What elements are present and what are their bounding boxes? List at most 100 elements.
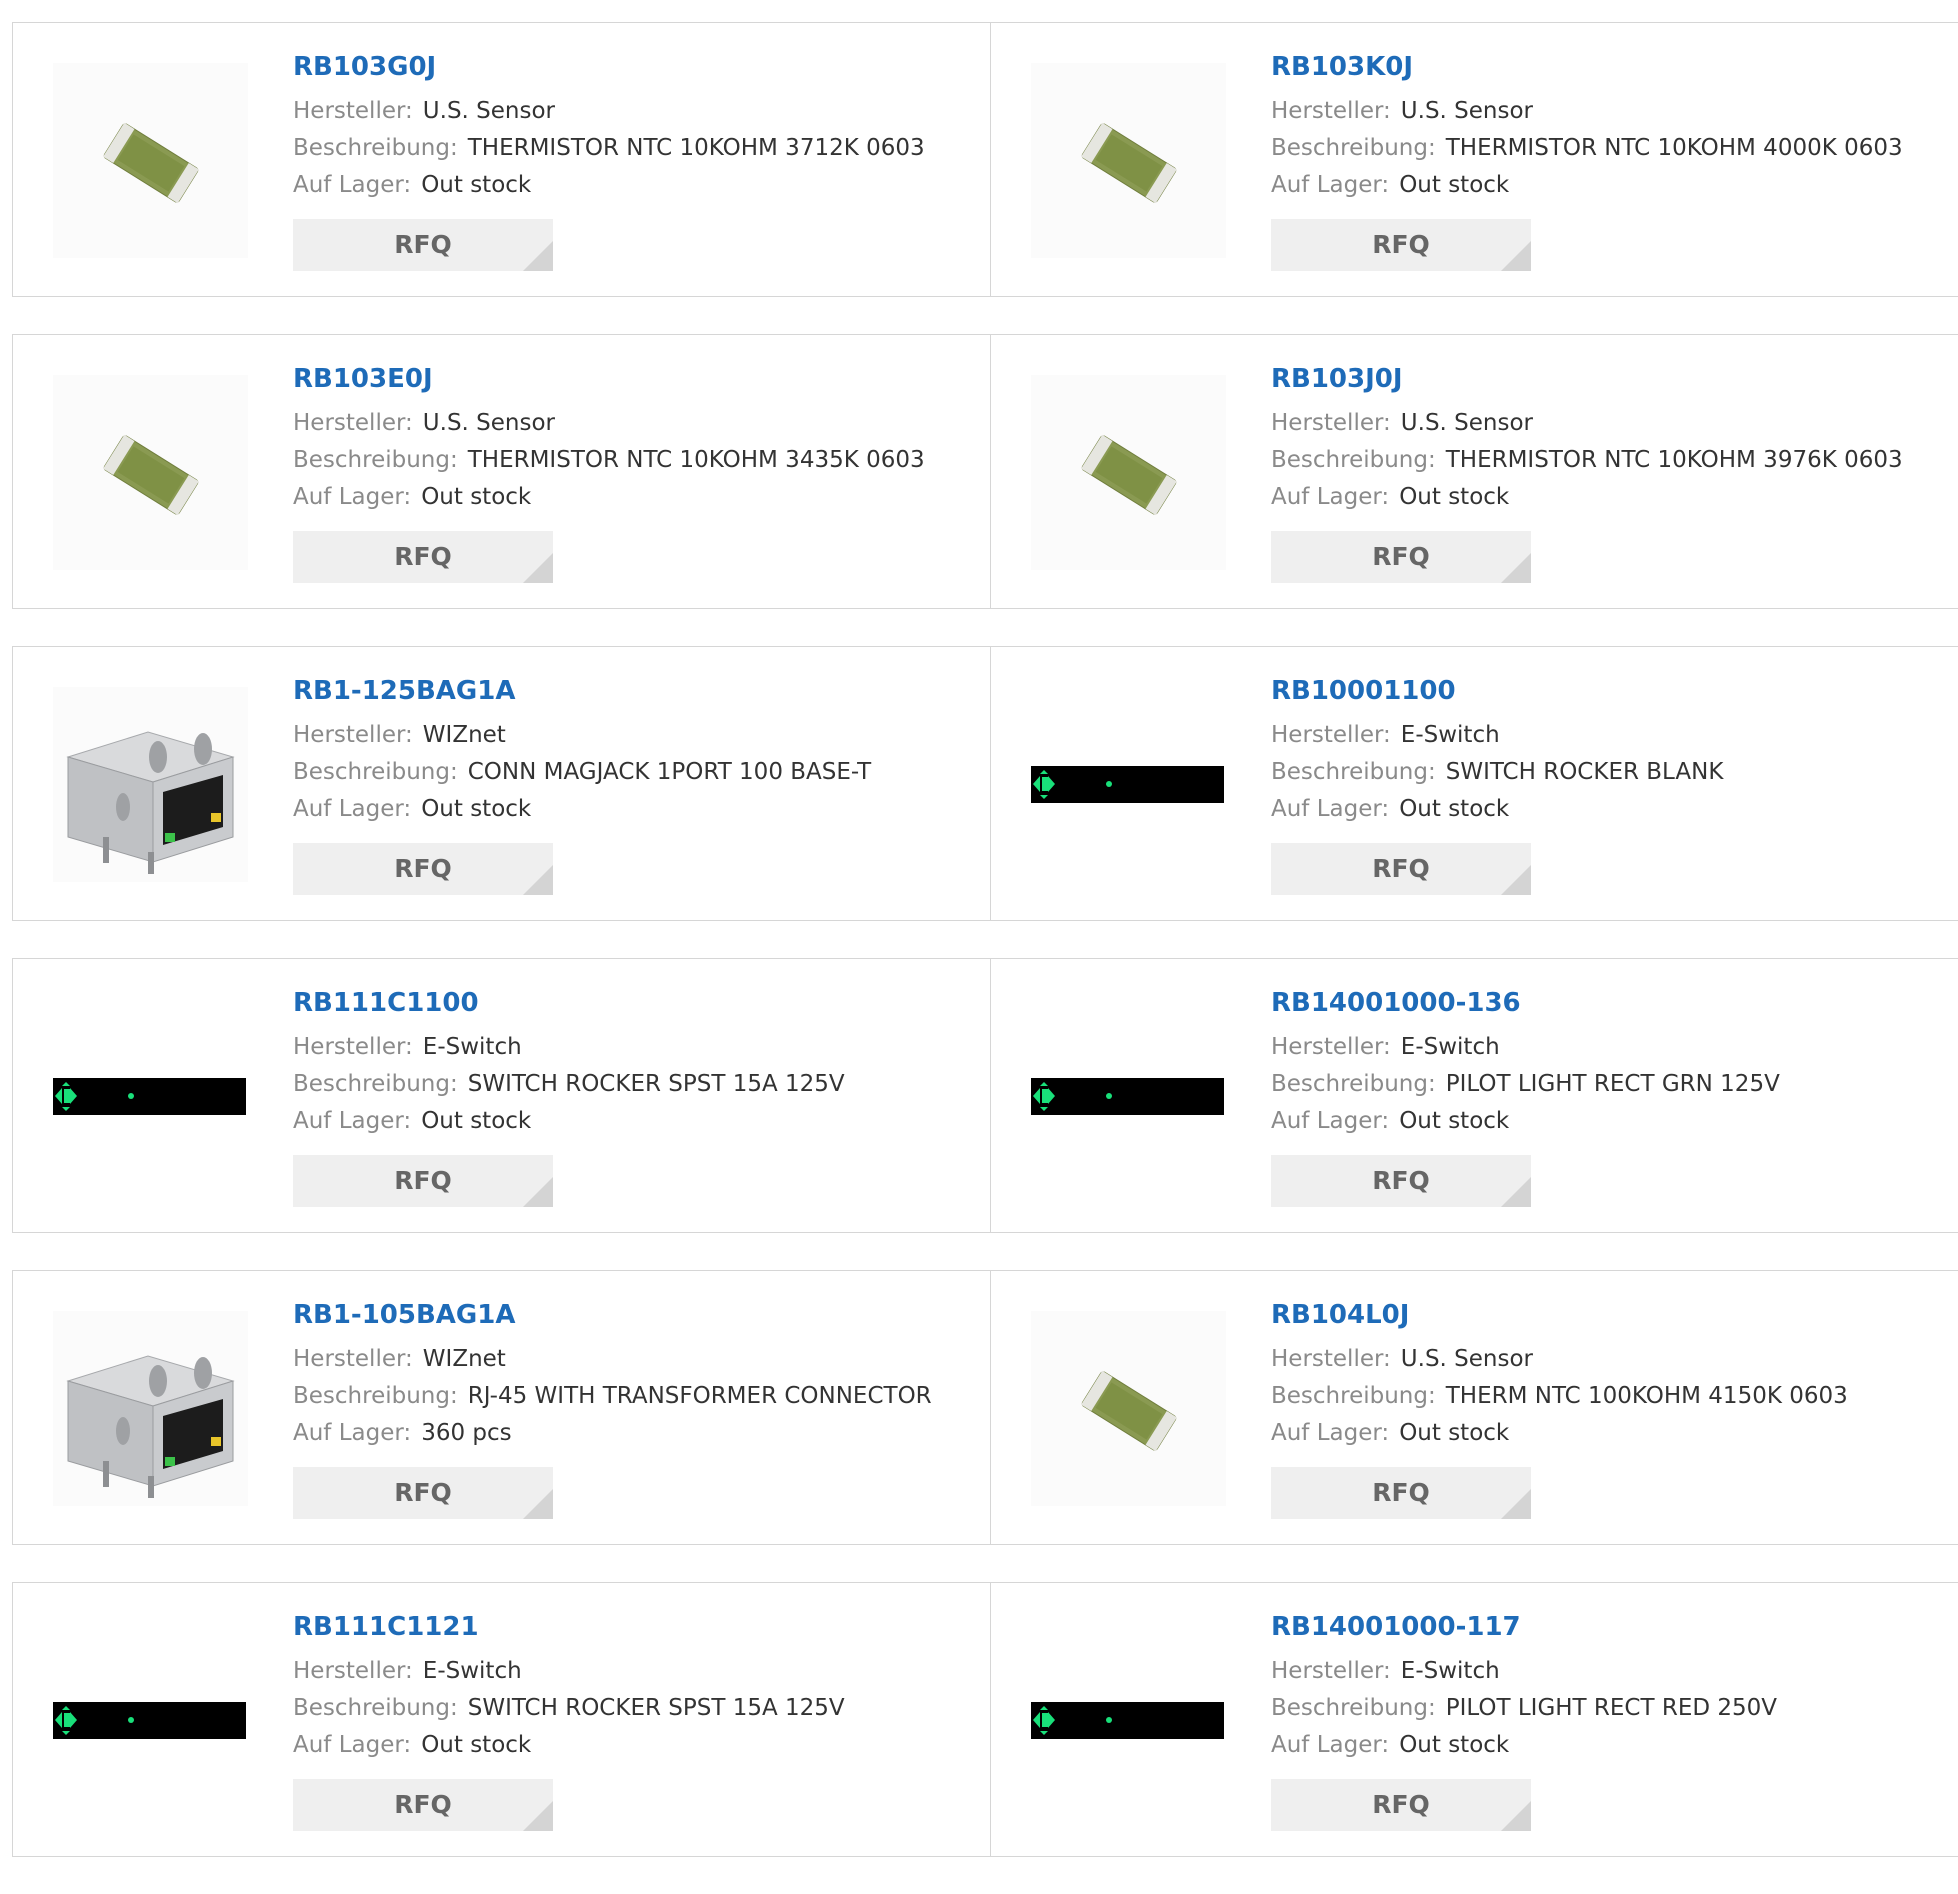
description-label: Beschreibung:	[1271, 759, 1436, 785]
rfq-corner-decoration	[1501, 1177, 1531, 1207]
product-image[interactable]	[53, 375, 248, 570]
rj45-jack-icon	[66, 1355, 235, 1498]
rfq-button[interactable]: RFQ	[1271, 1155, 1531, 1207]
stock-value: Out stock	[421, 484, 532, 510]
stock-label: Auf Lager:	[1271, 484, 1390, 510]
stock-value: Out stock	[421, 1108, 532, 1134]
description-label: Beschreibung:	[293, 447, 458, 473]
description-line: Beschreibung: THERMISTOR NTC 10KOHM 4000K…	[1271, 130, 1903, 167]
stock-line: Auf Lager: Out stock	[293, 1727, 845, 1764]
product-info: RB1-105BAG1A Hersteller: WIZnet Beschreib…	[293, 1299, 932, 1519]
rfq-corner-decoration	[523, 553, 553, 583]
rfq-button[interactable]: RFQ	[293, 1467, 553, 1519]
stock-line: Auf Lager: Out stock	[293, 1103, 845, 1140]
product-info: RB10001100 Hersteller: E-Switch Beschreib…	[1271, 675, 1723, 895]
product-image[interactable]	[1031, 375, 1226, 570]
manufacturer-line: Hersteller: E-Switch	[293, 1029, 845, 1066]
manufacturer-label: Hersteller:	[1271, 1658, 1391, 1684]
product-image[interactable]	[53, 999, 248, 1194]
description-value: PILOT LIGHT RECT RED 250V	[1445, 1695, 1778, 1721]
part-number-link[interactable]: RB1-105BAG1A	[293, 1299, 932, 1331]
manufacturer-value: U.S. Sensor	[1400, 1346, 1534, 1372]
product-card: RB1-125BAG1A Hersteller: WIZnet Beschreib…	[13, 647, 991, 920]
part-number-link[interactable]: RB111C1121	[293, 1611, 845, 1643]
product-image[interactable]	[1031, 1311, 1226, 1506]
manufacturer-line: Hersteller: U.S. Sensor	[1271, 1341, 1848, 1378]
part-number-link[interactable]: RB103G0J	[293, 51, 925, 83]
manufacturer-value: U.S. Sensor	[1400, 98, 1534, 124]
manufacturer-label: Hersteller:	[1271, 1346, 1391, 1372]
description-label: Beschreibung:	[293, 759, 458, 785]
description-label: Beschreibung:	[1271, 135, 1436, 161]
rfq-button[interactable]: RFQ	[1271, 1779, 1531, 1831]
rfq-button-label: RFQ	[394, 230, 452, 259]
product-card: RB10001100 Hersteller: E-Switch Beschreib…	[991, 647, 1958, 920]
part-number-link[interactable]: RB103E0J	[293, 363, 925, 395]
product-info: RB111C1121 Hersteller: E-Switch Beschreib…	[293, 1611, 845, 1831]
stock-value: Out stock	[1399, 172, 1510, 198]
rfq-button-label: RFQ	[1372, 230, 1430, 259]
part-number-link[interactable]: RB111C1100	[293, 987, 845, 1019]
rfq-button[interactable]: RFQ	[1271, 843, 1531, 895]
stock-value: Out stock	[1399, 484, 1510, 510]
product-card: RB103J0J Hersteller: U.S. Sensor Beschrei…	[991, 335, 1958, 608]
manufacturer-value: U.S. Sensor	[422, 98, 556, 124]
rfq-corner-decoration	[523, 1177, 553, 1207]
rfq-button[interactable]: RFQ	[293, 843, 553, 895]
rfq-button[interactable]: RFQ	[1271, 219, 1531, 271]
product-image[interactable]	[53, 687, 248, 882]
part-number-link[interactable]: RB1-125BAG1A	[293, 675, 871, 707]
product-info: RB104L0J Hersteller: U.S. Sensor Beschrei…	[1271, 1299, 1848, 1519]
description-line: Beschreibung: SWITCH ROCKER SPST 15A 125V	[293, 1066, 845, 1103]
product-row: RB103G0J Hersteller: U.S. Sensor Beschrei…	[12, 22, 1958, 297]
manufacturer-value: E-Switch	[422, 1034, 522, 1060]
part-number-link[interactable]: RB103K0J	[1271, 51, 1903, 83]
product-image[interactable]	[1031, 999, 1226, 1194]
rfq-corner-decoration	[1501, 553, 1531, 583]
rfq-button[interactable]: RFQ	[1271, 531, 1531, 583]
rfq-button[interactable]: RFQ	[1271, 1467, 1531, 1519]
stock-label: Auf Lager:	[1271, 1420, 1390, 1446]
product-image[interactable]	[53, 1623, 248, 1818]
stock-label: Auf Lager:	[293, 484, 412, 510]
part-number-link[interactable]: RB104L0J	[1271, 1299, 1848, 1331]
part-number-link[interactable]: RB14001000-117	[1271, 1611, 1777, 1643]
part-number-link[interactable]: RB10001100	[1271, 675, 1723, 707]
product-image[interactable]	[1031, 687, 1226, 882]
product-card: RB103K0J Hersteller: U.S. Sensor Beschrei…	[991, 23, 1958, 296]
stock-line: Auf Lager: Out stock	[293, 479, 925, 516]
manufacturer-label: Hersteller:	[1271, 1034, 1391, 1060]
rfq-button[interactable]: RFQ	[293, 1779, 553, 1831]
product-image[interactable]	[53, 1311, 248, 1506]
rfq-button-label: RFQ	[394, 1166, 452, 1195]
broken-image-icon	[1033, 1706, 1112, 1735]
product-card: RB111C1121 Hersteller: E-Switch Beschreib…	[13, 1583, 991, 1856]
description-line: Beschreibung: PILOT LIGHT RECT GRN 125V	[1271, 1066, 1780, 1103]
thermistor-chip-icon	[1081, 122, 1177, 204]
broken-image-icon	[55, 1082, 134, 1111]
rfq-button[interactable]: RFQ	[293, 219, 553, 271]
manufacturer-line: Hersteller: U.S. Sensor	[1271, 405, 1903, 442]
rfq-button[interactable]: RFQ	[293, 1155, 553, 1207]
description-value: THERMISTOR NTC 10KOHM 3712K 0603	[467, 135, 925, 161]
description-line: Beschreibung: SWITCH ROCKER SPST 15A 125V	[293, 1690, 845, 1727]
stock-label: Auf Lager:	[293, 1108, 412, 1134]
manufacturer-label: Hersteller:	[293, 98, 413, 124]
product-image[interactable]	[1031, 63, 1226, 258]
manufacturer-value: E-Switch	[422, 1658, 522, 1684]
product-image[interactable]	[1031, 1623, 1226, 1818]
product-row: RB1-125BAG1A Hersteller: WIZnet Beschreib…	[12, 646, 1958, 921]
description-value: PILOT LIGHT RECT GRN 125V	[1445, 1071, 1780, 1097]
description-line: Beschreibung: SWITCH ROCKER BLANK	[1271, 754, 1723, 791]
part-number-link[interactable]: RB103J0J	[1271, 363, 1903, 395]
rfq-button[interactable]: RFQ	[293, 531, 553, 583]
rfq-corner-decoration	[523, 865, 553, 895]
stock-label: Auf Lager:	[1271, 1108, 1390, 1134]
description-label: Beschreibung:	[293, 1695, 458, 1721]
manufacturer-label: Hersteller:	[293, 1658, 413, 1684]
part-number-link[interactable]: RB14001000-136	[1271, 987, 1780, 1019]
rj45-jack-icon	[66, 731, 235, 874]
description-value: RJ-45 WITH TRANSFORMER CONNECTOR	[467, 1383, 932, 1409]
product-image[interactable]	[53, 63, 248, 258]
stock-line: Auf Lager: Out stock	[1271, 167, 1903, 204]
